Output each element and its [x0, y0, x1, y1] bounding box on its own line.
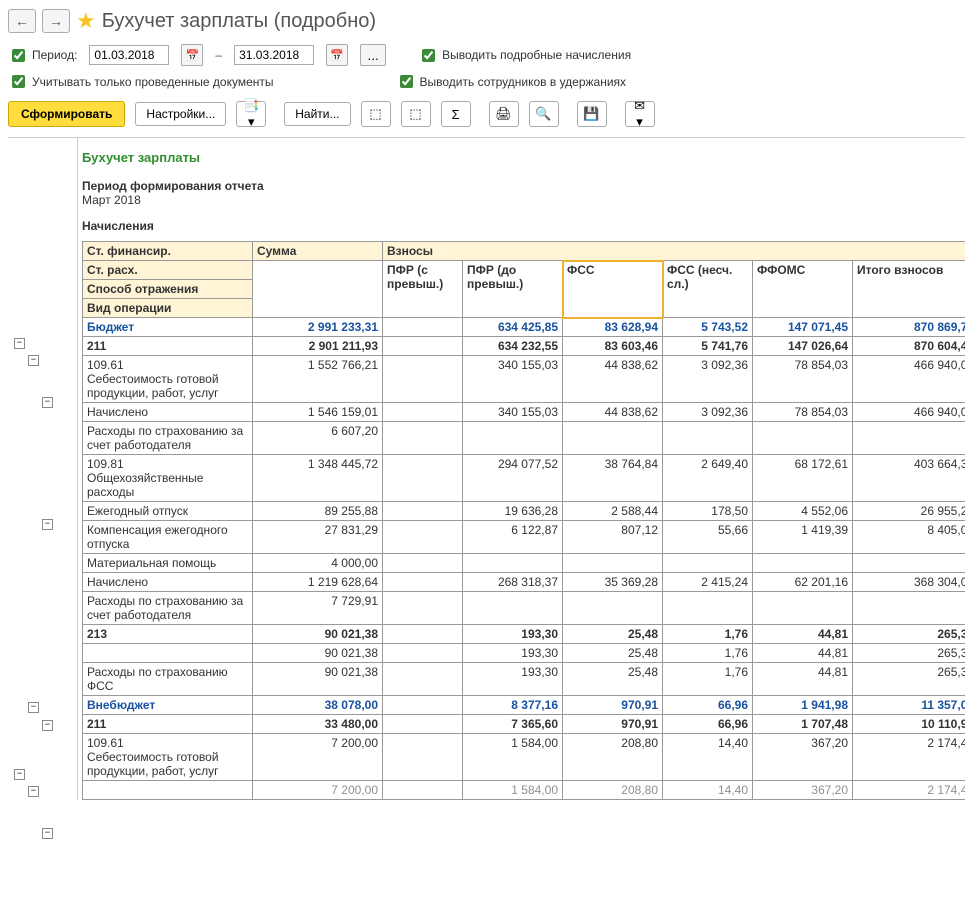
col-fss-nesch[interactable]: ФСС (несч. сл.) — [663, 261, 753, 318]
dash: – — [215, 48, 222, 62]
col-pfr-s[interactable]: ПФР (с превыш.) — [383, 261, 463, 318]
tree-toggle[interactable]: − — [28, 702, 39, 713]
row-kompotp[interactable]: Компенсация ежегодного отпуска27 831,296… — [83, 521, 966, 554]
col-finance[interactable]: Ст. финансир. — [83, 242, 253, 261]
row-211[interactable]: 2112 901 211,93634 232,5583 603,465 741,… — [83, 337, 966, 356]
email-button[interactable]: ✉▾ — [625, 101, 655, 127]
only-posted-label: Учитывать только проведенные документы — [32, 75, 274, 89]
row-v211[interactable]: 21133 480,007 365,60970,9166,961 707,481… — [83, 715, 966, 734]
settings-button[interactable]: Настройки... — [135, 102, 226, 126]
row-nachisleno[interactable]: Начислено1 546 159,01340 155,0344 838,62… — [83, 403, 966, 422]
tree-toggle[interactable]: − — [42, 519, 53, 530]
row-213[interactable]: 21390 021,38193,3025,481,7644,81265,35 — [83, 625, 966, 644]
row-213b[interactable]: 90 021,38193,3025,481,7644,81265,35 — [83, 644, 966, 663]
row-ezhotp[interactable]: Ежегодный отпуск89 255,8819 636,282 588,… — [83, 502, 966, 521]
nav-back-button[interactable]: ← — [8, 9, 36, 33]
show-accruals-checkbox[interactable]: Выводить подробные начисления — [418, 46, 631, 65]
tree-toggle[interactable]: − — [14, 769, 25, 780]
show-employees-label: Выводить сотрудников в удержаниях — [420, 75, 627, 89]
report-period-label: Период формирования отчета — [82, 179, 965, 193]
calendar-from-button[interactable]: 📅 — [181, 44, 203, 66]
row-rashstrah2[interactable]: Расходы по страхованию за счет работодат… — [83, 592, 966, 625]
save-button[interactable]: 💾 — [577, 101, 607, 127]
preview-button[interactable]: 🔍 — [529, 101, 559, 127]
row-matpom[interactable]: Материальная помощь4 000,00 — [83, 554, 966, 573]
tree-toggle[interactable]: − — [42, 828, 53, 839]
row-vnebudget[interactable]: Внебюджет38 078,008 377,16970,9166,961 9… — [83, 696, 966, 715]
tree-toggle[interactable]: − — [14, 338, 25, 349]
expand-button[interactable]: ⬚ — [361, 101, 391, 127]
tree-toggle[interactable]: − — [28, 786, 39, 797]
show-accruals-label: Выводить подробные начисления — [442, 48, 631, 62]
row-rashfss[interactable]: Расходы по страхованию ФСС90 021,38193,3… — [83, 663, 966, 696]
col-sum[interactable]: Сумма — [253, 242, 383, 261]
row-budget[interactable]: Бюджет2 991 233,31634 425,8583 628,945 7… — [83, 318, 966, 337]
col-sposob[interactable]: Способ отражения — [83, 280, 253, 299]
row-10961[interactable]: 109.61Себестоимость готовой продукции, р… — [83, 356, 966, 403]
report-table: Ст. финансир. Сумма Взносы Ст. расх. ПФР… — [82, 241, 965, 800]
row-10981[interactable]: 109.81Общехозяйственные расходы1 348 445… — [83, 455, 966, 502]
page-title: Бухучет зарплаты (подробно) — [102, 10, 376, 33]
sum-button[interactable]: Σ — [441, 101, 471, 127]
period-label: Период: — [32, 48, 77, 62]
show-employees-checkbox[interactable]: Выводить сотрудников в удержаниях — [396, 72, 627, 91]
col-ffoms[interactable]: ФФОМС — [753, 261, 853, 318]
date-to-input[interactable] — [234, 45, 314, 65]
arrow-left-icon: ← — [15, 13, 29, 29]
report-period-value: Март 2018 — [82, 193, 965, 207]
col-itogo[interactable]: Итого взносов — [853, 261, 966, 318]
period-checkbox[interactable]: Период: — [8, 46, 77, 65]
calendar-to-button[interactable]: 📅 — [326, 44, 348, 66]
tree-toggle[interactable]: − — [28, 355, 39, 366]
header-row: Ст. финансир. Сумма Взносы — [83, 242, 966, 261]
row-v10961[interactable]: 109.61Себестоимость готовой продукции, р… — [83, 734, 966, 781]
tree-toggle[interactable]: − — [42, 720, 53, 731]
report-title: Бухучет зарплаты — [82, 150, 965, 165]
row-vtail[interactable]: 7 200,001 584,00208,8014,40367,202 174,4… — [83, 781, 966, 800]
only-posted-checkbox[interactable]: Учитывать только проведенные документы — [8, 72, 274, 91]
star-icon[interactable]: ★ — [76, 8, 96, 34]
period-select-button[interactable]: ... — [360, 44, 386, 66]
report-section: Начисления — [82, 219, 965, 233]
generate-button[interactable]: Сформировать — [8, 101, 125, 127]
row-nachisleno2[interactable]: Начислено1 219 628,64268 318,3735 369,28… — [83, 573, 966, 592]
col-vznosy[interactable]: Взносы — [383, 242, 966, 261]
col-vidop[interactable]: Вид операции — [83, 299, 253, 318]
row-rashstrah[interactable]: Расходы по страхованию за счет работодат… — [83, 422, 966, 455]
outline-column: − − − − − − − − − — [8, 138, 78, 800]
print-button[interactable]: 🖨 — [489, 101, 519, 127]
nav-forward-button[interactable]: → — [42, 9, 70, 33]
col-rash[interactable]: Ст. расх. — [83, 261, 253, 280]
col-pfr-do[interactable]: ПФР (до превыш.) — [463, 261, 563, 318]
variants-button[interactable]: 📑▾ — [236, 101, 266, 127]
date-from-input[interactable] — [89, 45, 169, 65]
col-fss[interactable]: ФСС — [563, 261, 663, 318]
find-button[interactable]: Найти... — [284, 102, 350, 126]
tree-toggle[interactable]: − — [42, 397, 53, 408]
collapse-button[interactable]: ⬚ — [401, 101, 431, 127]
arrow-right-icon: → — [49, 13, 63, 29]
